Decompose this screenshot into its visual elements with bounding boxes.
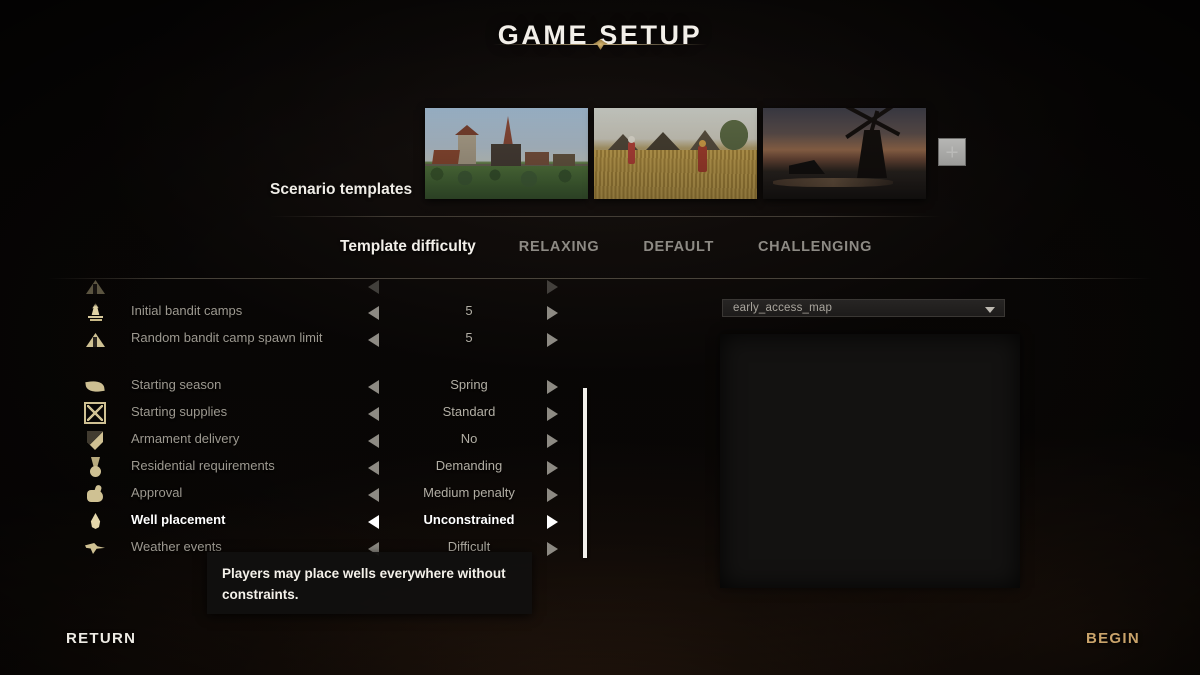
- setting-value: Medium penalty: [423, 485, 515, 500]
- increase-arrow-icon[interactable]: [547, 306, 558, 320]
- settings-row-random-bandit-camp-spawn-limit[interactable]: Random bandit camp spawn limit 5: [48, 326, 593, 353]
- setting-value: Unconstrained: [423, 512, 515, 527]
- increase-arrow-icon[interactable]: [547, 333, 558, 347]
- settings-list: Initial bandit camps 5 Random bandit cam…: [48, 279, 593, 564]
- map-select-dropdown[interactable]: early_access_map: [722, 299, 1005, 317]
- settings-row-clipped[interactable]: [48, 279, 593, 300]
- campfire-icon: [84, 301, 106, 323]
- setting-label: Random bandit camp spawn limit: [131, 330, 323, 345]
- decrease-arrow-icon[interactable]: [368, 380, 379, 394]
- add-template-button[interactable]: [938, 138, 966, 166]
- thumb-shade: [763, 108, 926, 199]
- setting-value: 5: [465, 330, 473, 345]
- decrease-arrow-icon[interactable]: [368, 461, 379, 475]
- setting-value: 5: [465, 303, 473, 318]
- increase-arrow-icon[interactable]: [547, 434, 558, 448]
- thumbs-up-icon: [84, 483, 106, 505]
- increase-arrow-icon[interactable]: [547, 515, 558, 529]
- settings-row-well-placement[interactable]: Well placement Unconstrained: [48, 508, 593, 535]
- settings-row-initial-bandit-camps[interactable]: Initial bandit camps 5: [48, 299, 593, 326]
- setting-label: Initial bandit camps: [131, 303, 243, 318]
- setting-label: Starting season: [131, 377, 222, 392]
- decrease-arrow-icon[interactable]: [368, 488, 379, 502]
- map-preview: [720, 334, 1020, 588]
- water-drop-icon: [84, 510, 106, 532]
- scenario-templates-label: Scenario templates: [270, 181, 413, 198]
- tooltip: Players may place wells everywhere witho…: [207, 552, 532, 614]
- shield-icon: [84, 429, 106, 451]
- map-select-value: early_access_map: [733, 302, 833, 314]
- settings-row-approval[interactable]: Approval Medium penalty: [48, 481, 593, 508]
- setting-value: Demanding: [435, 458, 503, 473]
- settings-row-residential-requirements[interactable]: Residential requirements Demanding: [48, 454, 593, 481]
- increase-arrow-icon[interactable]: [547, 542, 558, 556]
- scenario-template-thumbnail-farmland[interactable]: [594, 108, 757, 199]
- plus-icon: [946, 146, 958, 158]
- crate-icon: [84, 402, 106, 424]
- settings-row-starting-season[interactable]: Starting season Spring: [48, 373, 593, 400]
- increase-arrow-icon[interactable]: [547, 488, 558, 502]
- title-divider: [493, 38, 707, 52]
- setting-label: Well placement: [131, 512, 226, 527]
- decrease-arrow-icon[interactable]: [368, 434, 379, 448]
- settings-row-starting-supplies[interactable]: Starting supplies Standard: [48, 400, 593, 427]
- setting-value: Spring: [450, 377, 488, 392]
- decrease-arrow-icon[interactable]: [368, 306, 379, 320]
- setting-value: No: [460, 431, 478, 446]
- increase-arrow-icon[interactable]: [547, 380, 558, 394]
- decrease-arrow-icon[interactable]: [368, 515, 379, 529]
- setting-label: Residential requirements: [131, 458, 275, 473]
- tent-icon: [84, 328, 106, 350]
- increase-arrow-icon[interactable]: [547, 461, 558, 475]
- medal-icon: [84, 456, 106, 478]
- scenario-template-thumbnail-windmill[interactable]: [763, 108, 926, 199]
- setting-label: Starting supplies: [131, 404, 228, 419]
- difficulty-option-default[interactable]: DEFAULT: [643, 239, 714, 255]
- weather-icon: [84, 537, 106, 559]
- return-button[interactable]: RETURN: [66, 630, 136, 647]
- increase-arrow-icon[interactable]: [547, 407, 558, 421]
- template-difficulty-row: Template difficulty RELAXING DEFAULT CHA…: [340, 238, 872, 256]
- settings-scrollbar[interactable]: [583, 388, 587, 558]
- templates-divider: [270, 216, 942, 217]
- setting-label: Armament delivery: [131, 431, 240, 446]
- template-difficulty-label: Template difficulty: [340, 238, 476, 255]
- begin-button[interactable]: BEGIN: [1086, 630, 1140, 647]
- decrease-arrow-icon[interactable]: [368, 280, 379, 294]
- settings-row-armament-delivery[interactable]: Armament delivery No: [48, 427, 593, 454]
- thumb-shade: [594, 108, 757, 199]
- decrease-arrow-icon[interactable]: [368, 333, 379, 347]
- clipped-icon: [84, 279, 106, 297]
- setting-value: Standard: [442, 404, 496, 419]
- tooltip-text: Players may place wells everywhere witho…: [222, 566, 506, 602]
- scenario-template-thumbnail-village[interactable]: [425, 108, 588, 199]
- difficulty-option-challenging[interactable]: CHALLENGING: [758, 239, 872, 255]
- chevron-down-icon: [985, 307, 995, 313]
- thumb-shade: [425, 108, 588, 199]
- difficulty-option-relaxing[interactable]: RELAXING: [519, 239, 600, 255]
- increase-arrow-icon[interactable]: [547, 280, 558, 294]
- leaf-icon: [84, 375, 106, 397]
- setting-label: Approval: [131, 485, 183, 500]
- decrease-arrow-icon[interactable]: [368, 407, 379, 421]
